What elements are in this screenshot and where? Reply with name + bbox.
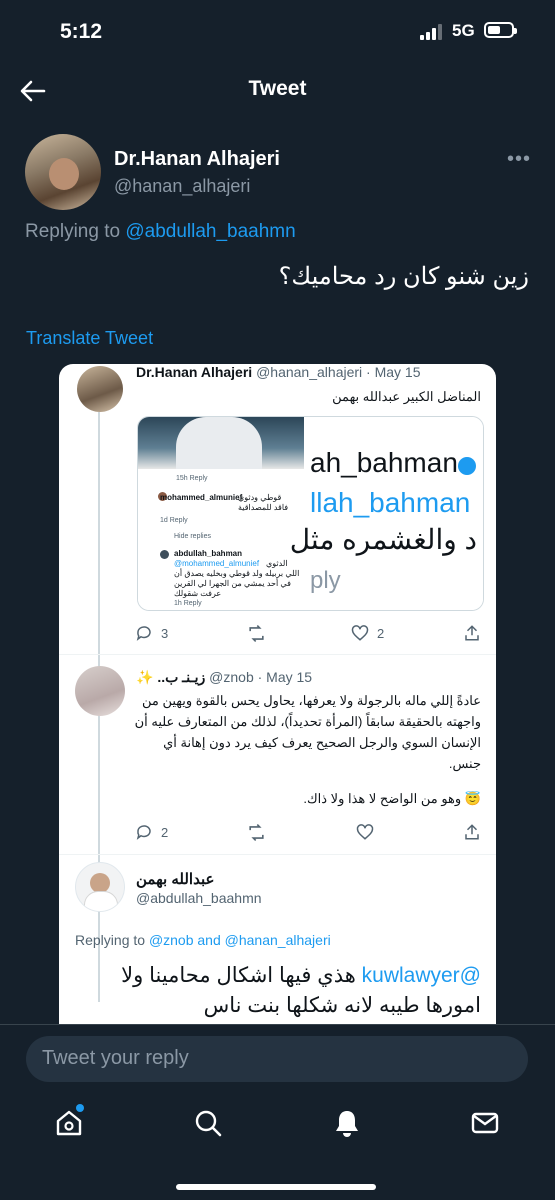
media-c1-text2: فاقد للمصداقية <box>238 503 289 512</box>
embedded-tweet3-mention: @kuwlawyer <box>361 964 481 987</box>
reply-icon <box>136 626 151 641</box>
embedded-tweet2-handle: @znob · May 15 <box>209 669 313 685</box>
media-c1-text1: قوطي ودثوي <box>238 493 282 502</box>
media-c1-meta: 1d Reply <box>160 517 188 524</box>
media-time1: 15h Reply <box>176 475 208 482</box>
media-c2-mention: @mohammed_almunief <box>174 559 260 568</box>
media-c2-meta: 1h Reply <box>174 600 202 607</box>
reply-icon <box>136 825 151 840</box>
embedded-tweet3-line1-text: هذي فيها اشكال محامينا ولا <box>121 964 356 987</box>
media-photo <box>138 417 304 469</box>
media-avatar-2 <box>160 550 169 559</box>
sparkles-icon: ✨ <box>136 669 154 685</box>
reply-placeholder: Tweet your reply <box>42 1047 189 1069</box>
media-zoomed-text: ah_bahman llah_bahman د والغشمره مثل ply <box>290 417 483 610</box>
media-c2-text4: عرفت شقولك <box>174 589 222 598</box>
media-c2-text2: اللي بربيله ولد قوطي وبخليه يصدق أن <box>174 569 300 578</box>
author-handle[interactable]: @hanan_alhajeri <box>114 176 250 197</box>
embedded-tweet1-handle: @hanan_alhajeri · May 15 <box>256 364 421 380</box>
new-content-dot <box>76 1104 84 1112</box>
more-options-icon[interactable]: ••• <box>507 148 531 171</box>
author-name[interactable]: Dr.Hanan Alhajeri <box>114 148 280 171</box>
replying-to-link[interactable]: @abdullah_baahmn <box>125 221 295 242</box>
embedded-tweet2-name: ..زيـنـ ب <box>157 669 206 685</box>
smile-emoji: 😇 <box>464 791 481 806</box>
embedded-tweet3-name: عبدالله بهمن <box>136 871 215 888</box>
share-icon[interactable] <box>463 823 481 841</box>
embedded-tweet3-handle: @abdullah_baahmn <box>136 890 262 906</box>
embedded-tweet2-line3: الإنسان السوي والرجل الصحيح يعرف كيف يرد… <box>163 735 481 750</box>
media-c2-text3: في أحد يمشي من الجهرا لي القرين <box>174 579 291 588</box>
embedded-avatar-3 <box>75 862 125 912</box>
verified-icon <box>458 457 476 475</box>
header-title: Tweet <box>248 77 307 100</box>
embedded-tweet2-line2: واجهته بالحقيقة سابقاً (المرأة تحديداً)،… <box>134 714 481 729</box>
notifications-icon[interactable] <box>332 1108 362 1138</box>
embedded-tweet2-line1: عادةً إللي ماله بالرجولة ولا يعرفها، يحا… <box>141 693 481 708</box>
reply-action-1[interactable]: 3 <box>135 624 168 642</box>
embedded-tweet1-text: المناضل الكبير عبدالله بهمن <box>332 389 481 404</box>
retweet-icon[interactable] <box>247 823 266 842</box>
replying-to: Replying to @abdullah_baahmn <box>25 221 296 243</box>
battery-icon <box>484 22 517 38</box>
messages-icon[interactable] <box>470 1108 500 1138</box>
embedded-tweet2-header: ✨ ..زيـنـ ب @znob · May 15 <box>136 669 312 686</box>
retweet-icon[interactable] <box>247 624 266 643</box>
media-hide-replies: Hide replies <box>174 533 211 540</box>
separator <box>59 654 496 655</box>
reply-count-1: 3 <box>161 625 169 641</box>
media-big-line1: ah_bahman <box>310 447 458 478</box>
separator <box>59 854 496 855</box>
search-icon[interactable] <box>193 1108 223 1138</box>
embedded-replying-to: @znob and @hanan_alhajeri <box>148 932 331 948</box>
like-count-1: 2 <box>377 625 385 641</box>
media-big-line4: ply <box>310 567 341 594</box>
embedded-avatar-2 <box>75 666 125 716</box>
share-icon[interactable] <box>463 624 481 642</box>
embedded-tweet2-line5: 😇 وهو من الواضح لا هذا ولا ذاك. <box>303 788 481 809</box>
media-big-line3: د والغشمره مثل <box>289 524 477 555</box>
home-icon[interactable] <box>54 1108 84 1138</box>
like-action-1[interactable]: 2 <box>351 624 384 642</box>
network-label: 5G <box>452 21 475 40</box>
embedded-screenshot[interactable]: Dr.Hanan Alhajeri @hanan_alhajeri · May … <box>59 364 496 1024</box>
media-big-line2: llah_bahman <box>310 487 471 518</box>
translate-tweet-link[interactable]: Translate Tweet <box>26 328 153 349</box>
status-time: 5:12 <box>60 20 103 43</box>
reply-count-2: 2 <box>161 824 169 840</box>
reply-action-2[interactable]: 2 <box>135 823 168 841</box>
embedded-tweet2-line4: جنس. <box>448 756 481 771</box>
embedded-tweet1-name: Dr.Hanan Alhajeri <box>136 364 253 380</box>
tweet-text: زين شنو كان رد محاميك؟ <box>278 263 529 290</box>
replying-prefix: Replying to <box>25 221 126 242</box>
heart-icon[interactable] <box>356 823 374 841</box>
heart-icon <box>351 625 369 641</box>
media-comments-popup: 15h Reply mohammed_almunief قوطي ودثوي ف… <box>138 469 304 610</box>
media-c2-text1: الدثوي <box>266 559 288 568</box>
media-c1-user: mohammed_almunief <box>160 493 243 502</box>
embedded-tweet1-header: Dr.Hanan Alhajeri @hanan_alhajeri · May … <box>136 364 421 380</box>
home-indicator[interactable] <box>176 1184 376 1190</box>
author-avatar[interactable] <box>25 134 101 210</box>
signal-icon <box>420 24 446 40</box>
embedded-tweet3-line2: امورها طيبه لانه شكلها بنت ناس <box>203 994 481 1017</box>
embedded-tweet3-replying: Replying to @znob and @hanan_alhajeri <box>75 932 331 948</box>
embedded-tweet3-line1: @kuwlawyer هذي فيها اشكال محامينا ولا <box>121 962 481 990</box>
media-c2-user: abdullah_bahman <box>174 549 243 558</box>
embedded-avatar-1 <box>77 366 123 412</box>
composer-divider <box>0 1024 555 1025</box>
embedded-replying-prefix: Replying to <box>75 932 149 948</box>
embedded-tweet2-line5-text: وهو من الواضح لا هذا ولا ذاك. <box>303 791 462 806</box>
embedded-media: 15h Reply mohammed_almunief قوطي ودثوي ف… <box>137 416 484 611</box>
